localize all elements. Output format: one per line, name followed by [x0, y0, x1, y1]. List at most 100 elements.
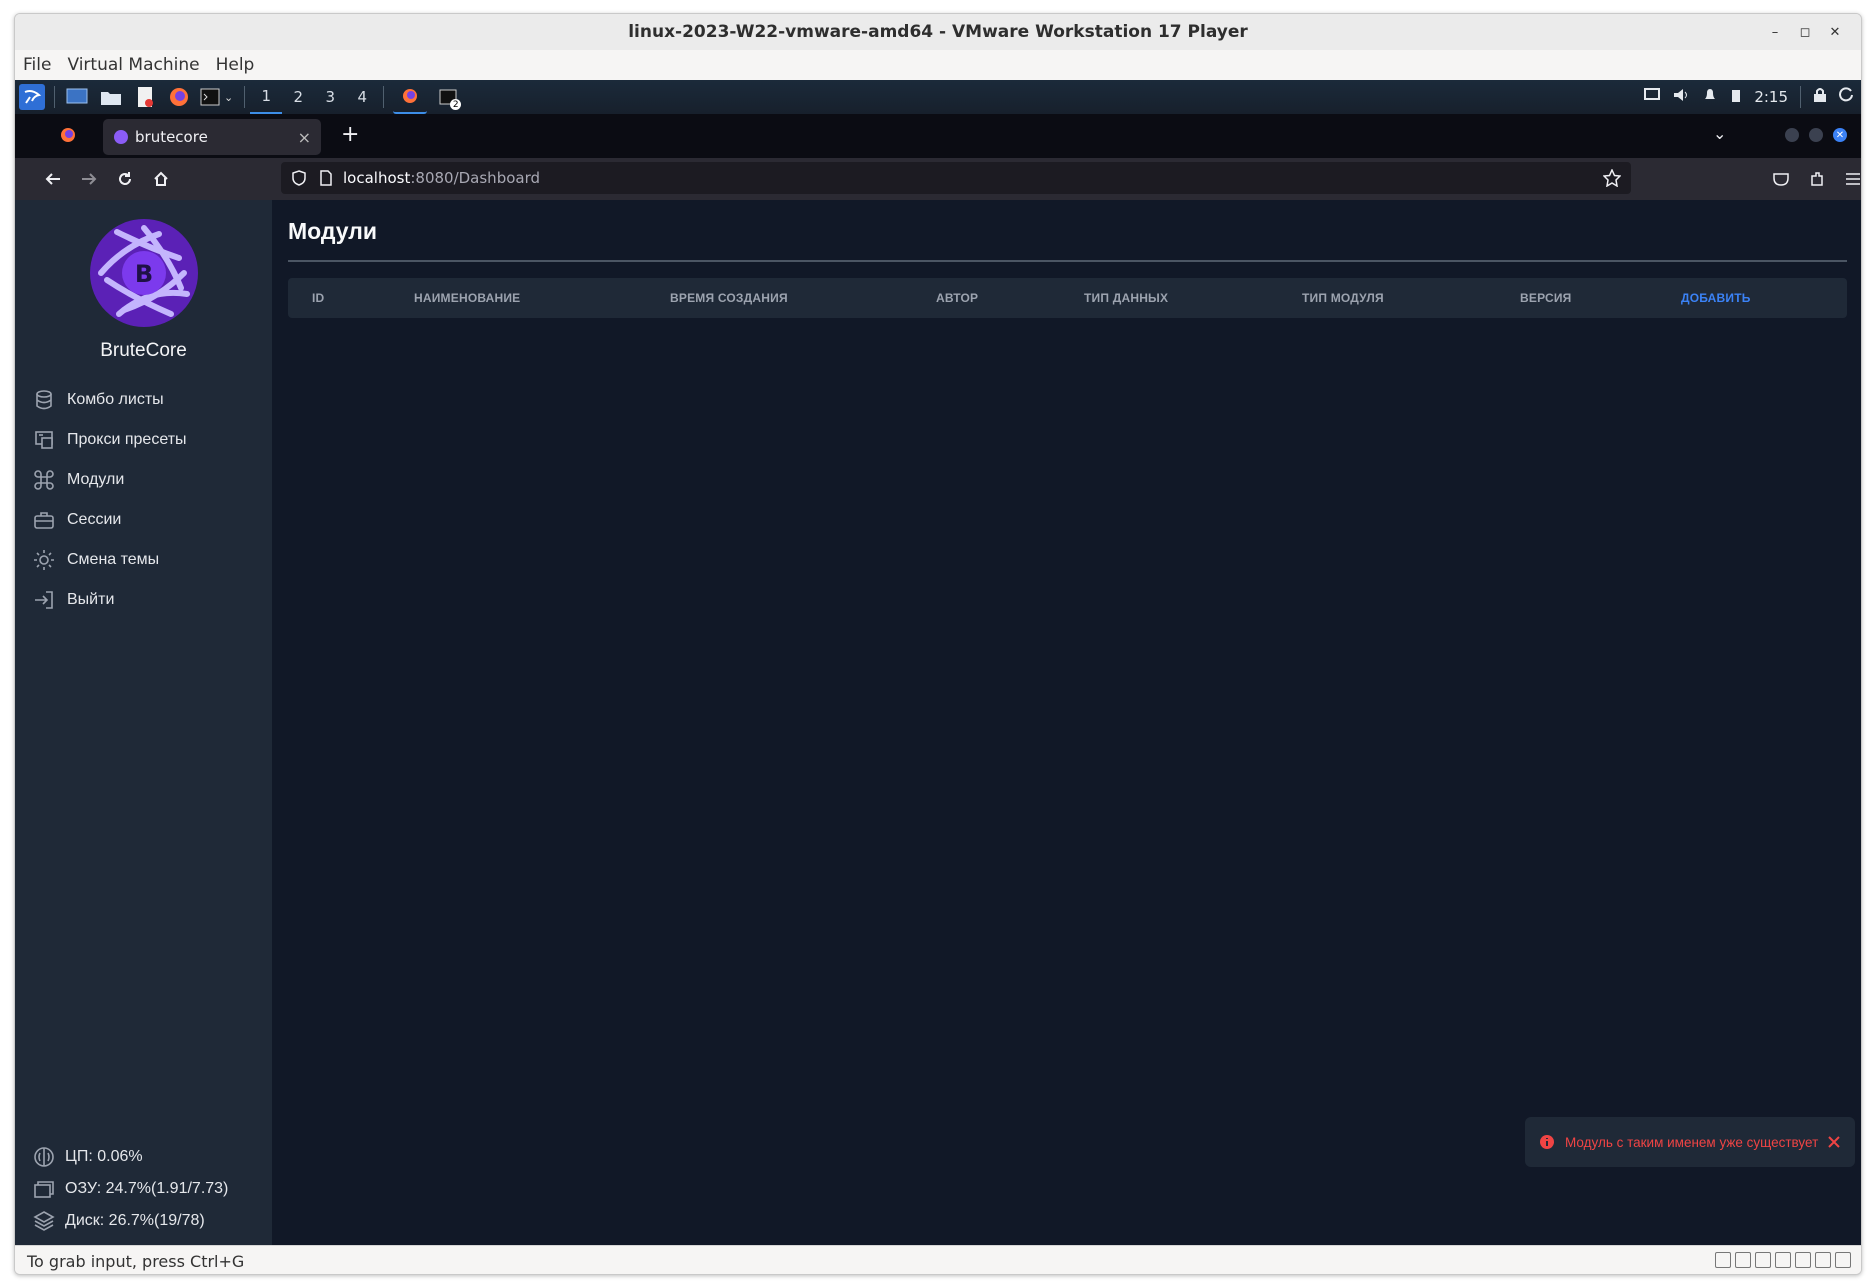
- clock[interactable]: 2:15: [1754, 88, 1788, 106]
- terminal-task-icon[interactable]: 2: [435, 84, 462, 110]
- workspace-3[interactable]: 3: [314, 80, 346, 114]
- nav-proxy-presets[interactable]: Прокси пресеты: [33, 422, 253, 458]
- database-icon: [36, 390, 52, 410]
- battery-icon[interactable]: [1730, 87, 1742, 107]
- hdd-device-icon[interactable]: [1715, 1252, 1731, 1268]
- column-author: АВТОР: [936, 291, 979, 305]
- nav-combo-lists-label: Комбо листы: [67, 391, 164, 408]
- page-info-icon[interactable]: [319, 170, 333, 186]
- reload-icon[interactable]: [107, 161, 143, 197]
- nav-logout[interactable]: Выйти: [33, 582, 253, 618]
- briefcase-icon: [34, 512, 54, 529]
- menu-virtual-machine[interactable]: Virtual Machine: [67, 55, 199, 75]
- workspace-4[interactable]: 4: [346, 80, 378, 114]
- workspace-2[interactable]: 2: [282, 80, 314, 114]
- page-title: Модули: [288, 218, 378, 244]
- usb-device-icon[interactable]: [1775, 1252, 1791, 1268]
- nav-change-theme[interactable]: Смена темы: [33, 542, 253, 578]
- message-device-icon[interactable]: [1835, 1252, 1851, 1268]
- network-device-icon[interactable]: [1755, 1252, 1771, 1268]
- sound-device-icon[interactable]: [1795, 1252, 1811, 1268]
- close-window-button[interactable]: ✕: [1825, 22, 1845, 42]
- display-device-icon[interactable]: [1815, 1252, 1831, 1268]
- workspace-1[interactable]: 1: [250, 80, 283, 114]
- volume-icon[interactable]: [1672, 87, 1690, 107]
- sidebar: B BruteCore Комбо листы Прокси пресеты М…: [15, 200, 272, 1245]
- column-module-type: ТИП МОДУЛЯ: [1302, 291, 1384, 305]
- terminal-launcher-icon[interactable]: [200, 84, 220, 110]
- tab-close-button[interactable]: ×: [298, 128, 311, 147]
- minimize-button[interactable]: –: [1765, 22, 1785, 42]
- forward-arrow-icon[interactable]: [71, 161, 107, 197]
- firefox-view-icon[interactable]: [59, 126, 77, 148]
- pocket-icon[interactable]: [1763, 161, 1799, 197]
- menu-help[interactable]: Help: [216, 55, 255, 75]
- main-content: Модули ID НАИМЕНОВАНИЕ ВРЕМЯ СОЗДАНИЯ АВ…: [272, 200, 1861, 1245]
- desktop-icon[interactable]: [64, 84, 90, 110]
- firefox-launcher-icon[interactable]: [166, 84, 192, 110]
- maximize-browser-button[interactable]: [1809, 128, 1823, 142]
- bookmark-star-icon[interactable]: [1603, 169, 1621, 187]
- shield-icon[interactable]: [291, 170, 307, 186]
- menu-file[interactable]: File: [23, 55, 51, 75]
- error-toast: Модуль с таким именем уже существует: [1525, 1117, 1855, 1167]
- nav-modules[interactable]: Модули: [33, 462, 253, 498]
- nav-proxy-presets-label: Прокси пресеты: [67, 431, 187, 448]
- vmware-menubar: File Virtual Machine Help: [15, 50, 1861, 80]
- text-editor-icon[interactable]: [132, 84, 158, 110]
- proxy-icon: [35, 431, 53, 449]
- guest-screen: ⌄ 1 2 3 4 2 2:15 brutecore × + ⌄ ✕ local…: [15, 80, 1861, 1245]
- ram-stat: ОЗУ: 24.7%(1.91/7.73): [33, 1176, 228, 1202]
- nav-sessions-label: Сессии: [67, 511, 122, 528]
- toast-message: Модуль с таким именем уже существует: [1565, 1134, 1819, 1150]
- brutecore-favicon: [114, 130, 128, 144]
- brutecore-logo: B: [90, 219, 198, 327]
- display-icon[interactable]: [1644, 88, 1661, 106]
- nav-change-theme-label: Смена темы: [67, 551, 160, 568]
- sun-icon: [34, 550, 54, 570]
- chevron-down-icon[interactable]: ⌄: [224, 91, 233, 104]
- nav-combo-lists[interactable]: Комбо листы: [33, 382, 253, 418]
- url-bar[interactable]: localhost:8080/Dashboard: [281, 162, 1631, 194]
- file-manager-icon[interactable]: [98, 84, 124, 110]
- power-icon[interactable]: [1839, 87, 1855, 107]
- disk-stat-text: Диск: 26.7%(19/78): [65, 1212, 205, 1229]
- new-tab-button[interactable]: +: [341, 122, 359, 147]
- home-icon[interactable]: [143, 161, 179, 197]
- lock-icon[interactable]: [1813, 87, 1827, 107]
- url-path: :8080/Dashboard: [410, 169, 541, 187]
- cpu-stat-text: ЦП: 0.06%: [65, 1148, 143, 1165]
- panel-tray: 2:15: [1644, 80, 1855, 114]
- window-titlebar: linux-2023-W22-vmware-amd64 - VMware Wor…: [15, 14, 1861, 50]
- column-data-type: ТИП ДАННЫХ: [1084, 291, 1169, 305]
- disk-stat: Диск: 26.7%(19/78): [33, 1208, 205, 1234]
- add-module-button[interactable]: ДОБАВИТЬ: [1681, 278, 1751, 318]
- nav-sessions[interactable]: Сессии: [33, 502, 253, 538]
- maximize-button[interactable]: ◻: [1795, 22, 1815, 42]
- cpu-stat: ЦП: 0.06%: [33, 1144, 143, 1170]
- firefox-task-icon[interactable]: [393, 80, 428, 114]
- browser-tab[interactable]: brutecore ×: [103, 119, 321, 155]
- brand-name: BruteCore: [100, 340, 187, 361]
- kali-menu-icon[interactable]: [19, 84, 45, 110]
- nav-modules-label: Модули: [67, 471, 125, 488]
- close-browser-button[interactable]: ✕: [1833, 128, 1847, 142]
- title-divider: [288, 260, 1847, 262]
- vmware-statusbar: To grab input, press Ctrl+G: [15, 1245, 1861, 1274]
- minimize-browser-button[interactable]: [1785, 128, 1799, 142]
- extensions-icon[interactable]: [1799, 161, 1835, 197]
- column-id: ID: [312, 291, 325, 305]
- browser-tabstrip: brutecore × + ⌄ ✕: [15, 114, 1861, 158]
- window-title: linux-2023-W22-vmware-amd64 - VMware Wor…: [628, 22, 1248, 42]
- list-tabs-chevron-icon[interactable]: ⌄: [1713, 124, 1726, 143]
- back-arrow-icon[interactable]: [35, 161, 71, 197]
- toast-close-icon[interactable]: [1827, 1135, 1841, 1149]
- desktop-panel: ⌄ 1 2 3 4 2 2:15: [15, 80, 1861, 114]
- logo-letter: B: [135, 260, 153, 288]
- cdrom-device-icon[interactable]: [1735, 1252, 1751, 1268]
- column-created-time: ВРЕМЯ СОЗДАНИЯ: [670, 291, 788, 305]
- notification-bell-icon[interactable]: [1702, 87, 1718, 107]
- layers-icon: [33, 1211, 55, 1231]
- tab-title: brutecore: [135, 128, 208, 146]
- hamburger-menu-icon[interactable]: [1835, 161, 1861, 197]
